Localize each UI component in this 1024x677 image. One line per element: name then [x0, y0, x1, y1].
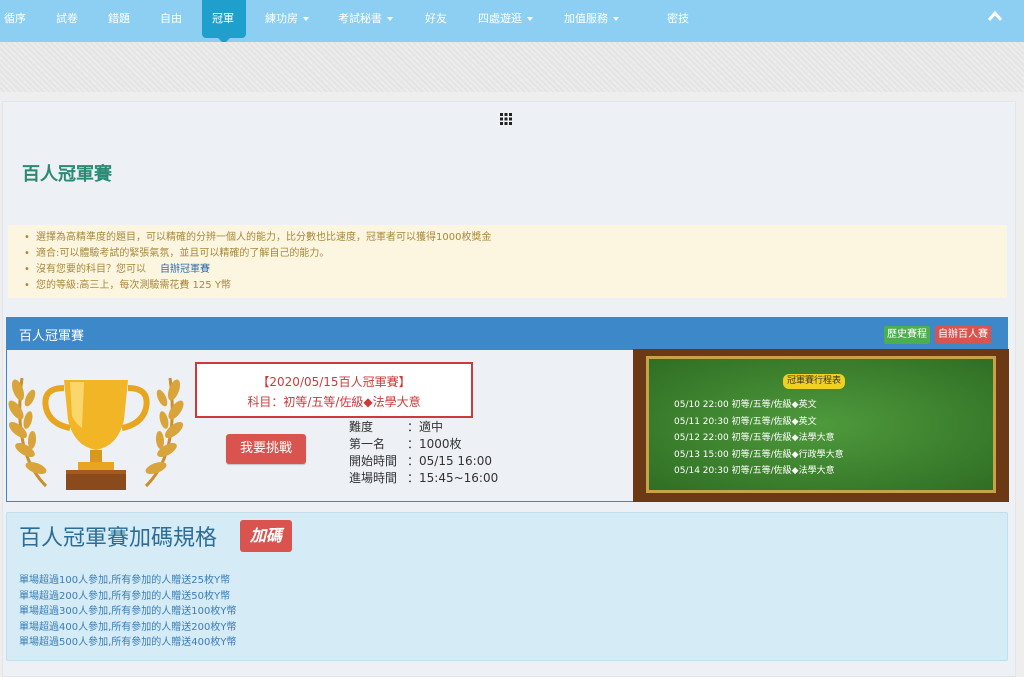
stat-row: 進場時間 ：15:45~16:00: [349, 471, 499, 485]
chevron-up-icon[interactable]: [987, 10, 1003, 22]
nav-item-friends[interactable]: 好友: [425, 0, 447, 38]
schedule-entry: 05/12 22:00 初等/五等/佐級◆法學大意: [674, 433, 835, 443]
challenge-button[interactable]: 我要挑戰: [226, 434, 306, 464]
nav-item-wander[interactable]: 四處遊逛: [478, 0, 533, 38]
schedule-entry: 05/11 20:30 初等/五等/佐級◆英文: [674, 416, 817, 427]
schedule-entry: 05/14 20:30 初等/五等/佐級◆法學大意: [674, 466, 835, 476]
event-subject: 科目：初等/五等/佐級◆法學大意: [247, 395, 421, 409]
caret-down-icon: [527, 17, 533, 21]
bonus-rule: 單場超過300人參加,所有參加的人贈送100枚Y幣: [19, 606, 237, 617]
info-item: 您的等級:高三上，每次測驗需花費 125 Y幣: [24, 278, 1007, 294]
bonus-title: 百人冠軍賽加碼規格: [19, 526, 218, 551]
bonus-rule: 單場超過500人參加,所有參加的人贈送400枚Y幣: [19, 637, 237, 648]
bonus-badge: 加碼: [240, 520, 293, 552]
self-host-button[interactable]: 自辦百人賽: [935, 326, 991, 344]
nav-item-champion[interactable]: 冠軍: [212, 0, 234, 38]
header-stripe: [0, 42, 1024, 92]
nav-item-exam-secretary[interactable]: 考試秘書: [338, 0, 393, 38]
info-item: 選擇為高精準度的題目，可以精確的分辨一個人的能力，比分數也比速度，冠軍者可以獲得…: [24, 230, 1007, 246]
stat-row: 第一名 ：1000枚: [349, 437, 462, 451]
event-info-box: 【2020/05/15百人冠軍賽】 科目：初等/五等/佐級◆法學大意: [195, 362, 473, 418]
nav-item-training-room[interactable]: 練功房: [265, 0, 309, 38]
bonus-rule: 單場超過400人參加,所有參加的人贈送200枚Y幣: [19, 621, 237, 633]
caret-down-icon: [387, 17, 393, 21]
bonus-rule: 單場超過200人參加,所有參加的人贈送50枚Y幣: [19, 590, 231, 602]
nav-item-sequential[interactable]: 循序: [4, 0, 26, 38]
nav-item-wrong-questions[interactable]: 錯題: [108, 0, 130, 38]
schedule-entry: 05/13 15:00 初等/五等/佐級◆行政學大意: [674, 449, 844, 460]
grid-icon[interactable]: [500, 113, 512, 125]
competition-header: 百人冠軍賽 歷史賽程 自辦百人賽: [7, 318, 1007, 350]
stat-row: 難度 ：適中: [349, 420, 444, 434]
caret-down-icon: [303, 17, 309, 21]
nav-item-free[interactable]: 自由: [160, 0, 182, 38]
info-item: 適合:可以體驗考試的緊張氣氛，並且可以精確的了解自己的能力。: [24, 246, 1007, 262]
stat-row: 開始時間 ：05/15 16:00: [349, 454, 492, 468]
nav-item-exam[interactable]: 試卷: [56, 0, 78, 38]
schedule-list: 05/10 22:00 初等/五等/佐級◆英文 05/11 20:30 初等/五…: [674, 397, 844, 480]
info-item: 沒有您要的科目？您可以自辦冠軍賽: [24, 262, 1007, 278]
bonus-rule: 單場超過100人參加,所有參加的人贈送25枚Y幣: [19, 575, 231, 586]
event-title: 【2020/05/15百人冠軍賽】: [257, 375, 411, 389]
history-schedule-button[interactable]: 歷史賽程: [884, 326, 930, 344]
competition-header-title: 百人冠軍賽: [19, 329, 85, 344]
self-host-champion-link[interactable]: 自辦冠軍賽: [160, 264, 210, 275]
bonus-rules: 單場超過100人參加,所有參加的人贈送25枚Y幣 單場超過200人參加,所有參加…: [19, 573, 236, 651]
trophy-icon: [8, 377, 184, 490]
nav-item-secret-tips[interactable]: 密技: [667, 0, 689, 38]
caret-down-icon: [613, 17, 619, 21]
page-title: 百人冠軍賽: [22, 164, 112, 185]
nav-item-value-added[interactable]: 加值服務: [564, 0, 619, 38]
schedule-entry: 05/10 22:00 初等/五等/佐級◆英文: [674, 400, 817, 410]
top-navbar: 循序 試卷 錯題 自由 冠軍 練功房 考試秘書 好友 四處遊逛 加值服務 密技: [0, 0, 1024, 44]
schedule-title: 冠軍賽行程表: [783, 374, 846, 389]
info-box: 選擇為高精準度的題目，可以精確的分辨一個人的能力，比分數也比速度，冠軍者可以獲得…: [8, 225, 1007, 298]
competition-stats: 難度 ：適中 第一名 ：1000枚 開始時間 ：05/15 16:00 進場時間 ：15…: [349, 419, 498, 487]
